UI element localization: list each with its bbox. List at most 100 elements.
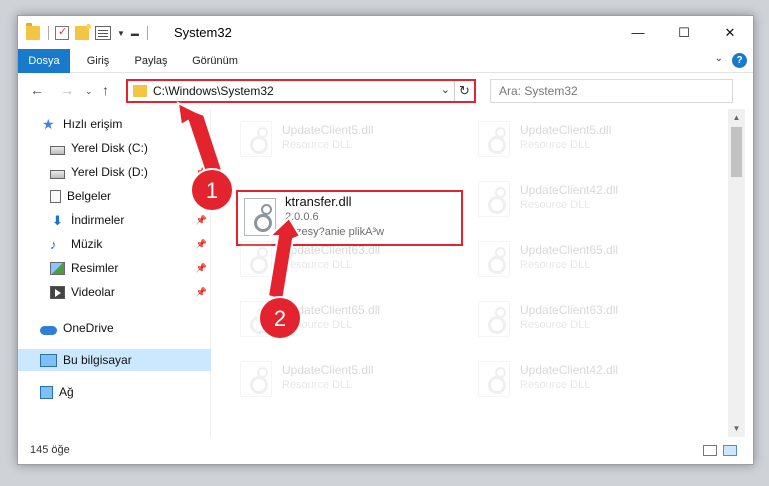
help-icon[interactable]: ? bbox=[732, 53, 747, 68]
pin-icon[interactable]: 📌 bbox=[196, 167, 207, 178]
forward-arrow-icon[interactable]: → bbox=[60, 82, 74, 98]
tab-share[interactable]: Paylaş bbox=[128, 49, 174, 73]
file-name: UpdateClient42.dll bbox=[520, 183, 619, 197]
file-description: Resource DLL bbox=[282, 139, 353, 151]
download-icon: ⬇ bbox=[52, 212, 63, 228]
recent-locations-icon[interactable]: ⌄ bbox=[85, 86, 93, 97]
back-arrow-icon[interactable]: ← bbox=[30, 82, 44, 98]
dll-file-icon bbox=[240, 361, 272, 397]
file-item[interactable]: UpdateClient5.dll Resource DLL bbox=[212, 115, 430, 163]
sidebar-item-quick-access[interactable]: ★ Hızlı erişim bbox=[18, 113, 211, 135]
pin-icon[interactable]: 📌 bbox=[196, 191, 207, 202]
dll-file-icon bbox=[478, 241, 510, 277]
pictures-icon bbox=[50, 261, 65, 275]
new-folder-icon[interactable] bbox=[75, 24, 91, 40]
drive-icon bbox=[50, 145, 65, 155]
close-button[interactable]: ✕ bbox=[707, 16, 753, 49]
file-name: UpdateClient65.dll bbox=[520, 243, 619, 257]
dll-file-icon bbox=[244, 198, 276, 236]
tab-home[interactable]: Giriş bbox=[78, 49, 118, 73]
sidebar-item-this-pc[interactable]: Bu bilgisayar bbox=[18, 349, 211, 371]
view-options-icon[interactable] bbox=[95, 26, 111, 40]
sidebar-item-label: Resimler bbox=[71, 261, 119, 275]
refresh-icon[interactable]: ↻ bbox=[454, 81, 474, 101]
sidebar-item-label: Hızlı erişim bbox=[63, 117, 123, 131]
file-description: Resource DLL bbox=[520, 379, 591, 391]
status-bar: 145 öğe bbox=[18, 437, 753, 464]
sidebar-item-local-disk-d[interactable]: Yerel Disk (D:) 📌 bbox=[18, 161, 211, 183]
quick-access-toolbar: ▼ ▬ bbox=[26, 23, 148, 41]
search-input[interactable]: Ara: System32 bbox=[490, 79, 733, 103]
minimize-button[interactable]: — bbox=[615, 16, 661, 49]
file-name: UpdateClient5.dll bbox=[520, 123, 612, 137]
sidebar-item-label: İndirmeler bbox=[71, 213, 125, 227]
music-icon: ♪ bbox=[50, 236, 57, 252]
file-item[interactable]: UpdateClient63.dll Resource DLL bbox=[212, 235, 430, 283]
file-item[interactable]: UpdateClient42.dll Resource DLL bbox=[448, 175, 668, 223]
file-name: UpdateClient63.dll bbox=[520, 303, 619, 317]
chevron-down-icon[interactable]: ▼ bbox=[117, 29, 125, 38]
window-controls: — ☐ ✕ bbox=[615, 16, 753, 49]
file-name: UpdateClient63.dll bbox=[282, 243, 381, 257]
scrollbar-thumb[interactable] bbox=[731, 127, 742, 177]
large-icons-view-icon[interactable] bbox=[723, 445, 737, 456]
folder-icon bbox=[133, 85, 147, 97]
sidebar-item-label: OneDrive bbox=[63, 321, 114, 335]
dll-file-icon bbox=[478, 121, 510, 157]
properties-icon[interactable] bbox=[55, 25, 69, 40]
dll-file-icon bbox=[478, 181, 510, 217]
toolbar-divider bbox=[146, 26, 148, 40]
videos-icon bbox=[50, 285, 65, 299]
file-item[interactable]: UpdateClient5.dll Resource DLL bbox=[212, 355, 430, 403]
folder-icon[interactable] bbox=[26, 23, 40, 40]
pin-icon[interactable]: 📌 bbox=[196, 215, 207, 226]
pin-icon[interactable]: 📌 bbox=[196, 239, 207, 250]
dll-file-icon bbox=[478, 301, 510, 337]
documents-icon bbox=[50, 189, 61, 203]
chevron-down-icon[interactable]: ⌄ bbox=[441, 83, 450, 96]
customize-toolbar-icon[interactable]: ▬ bbox=[131, 29, 139, 38]
drive-icon bbox=[50, 169, 65, 179]
sidebar-item-downloads[interactable]: ⬇ İndirmeler 📌 bbox=[18, 209, 211, 231]
file-description: Resource DLL bbox=[520, 319, 591, 331]
file-description: Resource DLL bbox=[282, 259, 353, 271]
tab-file[interactable]: Dosya bbox=[18, 49, 70, 73]
up-arrow-icon[interactable]: ↑ bbox=[102, 82, 109, 98]
file-item[interactable]: UpdateClient5.dll Resource DLL bbox=[448, 115, 668, 163]
file-item[interactable]: UpdateClient42.dll Resource DLL bbox=[448, 355, 668, 403]
sidebar-item-documents[interactable]: Belgeler 📌 bbox=[18, 185, 211, 207]
details-view-icon[interactable] bbox=[703, 445, 717, 456]
title-bar: ▼ ▬ System32 — ☐ ✕ bbox=[18, 16, 753, 49]
sidebar-item-pictures[interactable]: Resimler 📌 bbox=[18, 257, 211, 279]
sidebar-item-music[interactable]: ♪ Müzik 📌 bbox=[18, 233, 211, 255]
maximize-button[interactable]: ☐ bbox=[661, 16, 707, 49]
address-bar[interactable]: C:\Windows\System32 ⌄ ↻ bbox=[126, 79, 476, 103]
file-name: UpdateClient5.dll bbox=[282, 123, 374, 137]
sidebar-item-onedrive[interactable]: OneDrive bbox=[18, 317, 211, 339]
computer-icon bbox=[40, 353, 57, 367]
file-item[interactable]: UpdateClient65.dll Resource DLL bbox=[212, 295, 430, 343]
file-item[interactable]: UpdateClient65.dll Resource DLL bbox=[448, 235, 668, 283]
scroll-down-icon[interactable]: ▼ bbox=[728, 420, 745, 437]
sidebar-item-label: Müzik bbox=[71, 237, 103, 251]
file-description: Resource DLL bbox=[282, 319, 353, 331]
scroll-up-icon[interactable]: ▲ bbox=[728, 109, 745, 126]
sidebar-item-network[interactable]: Ağ bbox=[18, 381, 211, 403]
file-name: UpdateClient5.dll bbox=[282, 363, 374, 377]
file-name: UpdateClient42.dll bbox=[520, 363, 619, 377]
file-item[interactable]: UpdateClient63.dll Resource DLL bbox=[448, 295, 668, 343]
tab-view[interactable]: Görünüm bbox=[184, 49, 246, 73]
vertical-scrollbar[interactable]: ▲ ▼ bbox=[728, 109, 745, 437]
sidebar-item-label: Yerel Disk (D:) bbox=[71, 165, 148, 179]
navigation-pane: ★ Hızlı erişim Yerel Disk (C:) Yerel Dis… bbox=[18, 109, 211, 437]
window-title: System32 bbox=[174, 25, 232, 40]
sidebar-item-videos[interactable]: Videolar 📌 bbox=[18, 281, 211, 303]
address-path[interactable]: C:\Windows\System32 bbox=[153, 84, 274, 98]
sidebar-item-local-disk-c[interactable]: Yerel Disk (C:) bbox=[18, 137, 211, 159]
expand-ribbon-icon[interactable]: ⌄ bbox=[715, 53, 723, 64]
file-description: Resource DLL bbox=[282, 379, 353, 391]
dll-file-icon bbox=[478, 361, 510, 397]
pin-icon[interactable]: 📌 bbox=[196, 263, 207, 274]
sidebar-item-label: Bu bilgisayar bbox=[63, 353, 132, 367]
pin-icon[interactable]: 📌 bbox=[196, 287, 207, 298]
